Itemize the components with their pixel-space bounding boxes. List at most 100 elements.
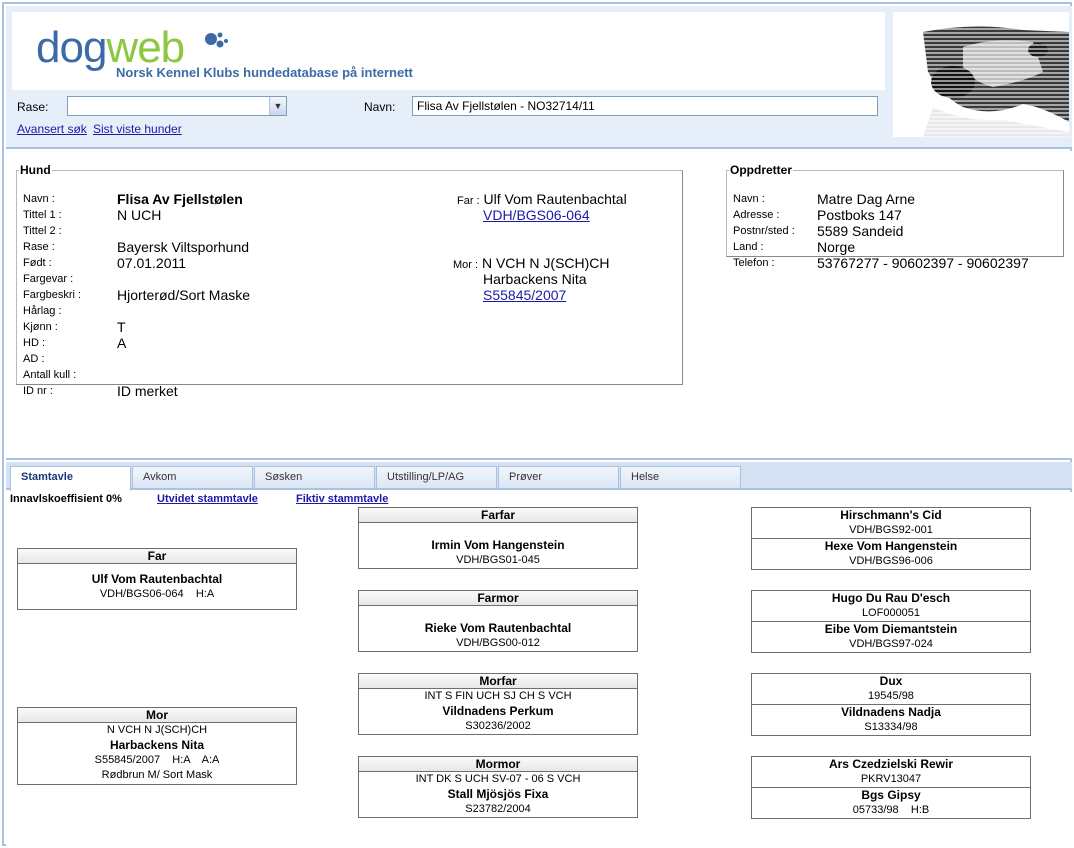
morfar-name: Vildnadens Perkum — [442, 704, 554, 718]
field-label: AD : — [23, 353, 45, 365]
gg-dog[interactable]: Eibe Vom Diemantstein VDH/BGS97-024 — [752, 621, 1030, 652]
gg-name: Eibe Vom Diemantstein — [824, 622, 958, 636]
field-label: ID nr : — [23, 385, 53, 397]
mormor-title: INT DK S UCH SV-07 - 06 S VCH — [415, 773, 581, 785]
gg-dog[interactable]: Bgs Gipsy 05733/98 H:B — [752, 787, 1030, 818]
header: dogweb Norsk Kennel Klubs hundedatabase … — [6, 6, 1072, 149]
farmor-reg: VDH/BGS00-012 — [456, 637, 540, 649]
navn-label: Navn: — [364, 100, 396, 114]
logo-dog-text: dog — [36, 23, 107, 72]
tab-bar: Stamtavle Avkom Søsken Utstilling/LP/AG … — [6, 462, 1072, 491]
field-row: Navn : Matre Dag Arne — [733, 191, 1053, 207]
gg-dog[interactable]: Vildnadens Nadja S13334/98 — [752, 704, 1030, 735]
advanced-search-link[interactable]: Avansert søk — [17, 122, 87, 136]
gg-name: Dux — [879, 674, 903, 688]
field-row: Fargevar : — [23, 271, 423, 287]
field-value: T — [117, 319, 126, 335]
field-row: Fargbeskri : Hjorterød/Sort Maske — [23, 287, 423, 303]
pedigree-panel: Innavlskoeffisient 0% Utvidet stammtavle… — [6, 492, 1072, 846]
app-frame: dogweb Norsk Kennel Klubs hundedatabase … — [2, 2, 1072, 846]
gg-dog[interactable]: Ars Czedzielski Rewir PKRV13047 — [752, 757, 1030, 787]
recent-dogs-link[interactable]: Sist viste hunder — [93, 122, 182, 136]
pedigree-mormor[interactable]: Mormor INT DK S UCH SV-07 - 06 S VCH Sta… — [358, 756, 638, 818]
field-row: ID nr : ID merket — [23, 383, 423, 399]
morfar-header: Morfar — [359, 674, 637, 689]
mor-reg-link[interactable]: S55845/2007 — [483, 287, 566, 303]
far-header: Far — [18, 549, 296, 564]
field-row: Kjønn : T — [23, 319, 423, 335]
gg-name: Hexe Vom Hangenstein — [824, 539, 958, 553]
tab-avkom[interactable]: Avkom — [132, 466, 253, 488]
field-row: Tittel 2 : — [23, 223, 423, 239]
gg-dog[interactable]: Hugo Du Rau D'esch LOF000051 — [752, 591, 1030, 621]
field-value: 07.01.2011 — [117, 255, 187, 271]
field-row: Rase : Bayersk Viltsporhund — [23, 239, 423, 255]
inbreeding-coefficient: Innavlskoeffisient 0% — [10, 493, 122, 505]
far-dog-info: VDH/BGS06-064 H:A — [99, 588, 215, 600]
field-value: 53767277 - 90602397 - 90602397 — [817, 255, 1029, 271]
field-value: 5589 Sandeid — [817, 223, 904, 239]
field-value: Bayersk Viltsporhund — [117, 239, 250, 255]
field-row: AD : — [23, 351, 423, 367]
gg-reg: VDH/BGS97-024 — [849, 638, 933, 650]
gg-dog[interactable]: Hexe Vom Hangenstein VDH/BGS96-006 — [752, 538, 1030, 569]
pedigree-gg-group-3: Dux 19545/98 Vildnadens Nadja S13334/98 — [751, 673, 1031, 736]
fictive-pedigree-link[interactable]: Fiktiv stammtavle — [296, 493, 388, 505]
farfar-reg: VDH/BGS01-045 — [456, 554, 540, 566]
mormor-reg: S23782/2004 — [465, 803, 531, 815]
field-label: Navn : — [733, 193, 765, 205]
logo-subtitle: Norsk Kennel Klubs hundedatabase på inte… — [116, 65, 413, 80]
pedigree-farfar[interactable]: Farfar Irmin Vom Hangenstein VDH/BGS01-0… — [358, 507, 638, 569]
gg-dog[interactable]: Hirschmann's Cid VDH/BGS92-001 — [752, 508, 1030, 538]
tab-sosken[interactable]: Søsken — [254, 466, 375, 488]
pedigree-gg-group-1: Hirschmann's Cid VDH/BGS92-001 Hexe Vom H… — [751, 507, 1031, 570]
gg-reg: VDH/BGS96-006 — [849, 555, 933, 567]
field-value: Flisa Av Fjellstølen — [117, 191, 243, 207]
far-reg-link[interactable]: VDH/BGS06-064 — [483, 207, 590, 223]
tab-helse[interactable]: Helse — [620, 466, 741, 488]
farmor-header: Farmor — [359, 591, 637, 606]
dog-photo — [893, 12, 1069, 137]
far-dog-name: Ulf Vom Rautenbachtal — [91, 572, 223, 586]
gg-reg: 19545/98 — [868, 690, 914, 702]
field-label: HD : — [23, 337, 45, 349]
field-label: Antall kull : — [23, 369, 77, 381]
field-label: Adresse : — [733, 209, 780, 221]
navn-input[interactable] — [412, 96, 878, 116]
field-value: Norge — [817, 239, 856, 255]
gg-name: Bgs Gipsy — [861, 788, 921, 802]
field-row: Hårlag : — [23, 303, 423, 319]
tab-stamtavle[interactable]: Stamtavle — [10, 466, 131, 491]
dogweb-logo[interactable]: dogweb — [36, 23, 185, 72]
tab-prover[interactable]: Prøver — [498, 466, 619, 488]
details-area: Hund Navn : Flisa Av Fjellstølen Tittel 1 … — [6, 151, 1072, 460]
logo-area: dogweb Norsk Kennel Klubs hundedatabase … — [12, 12, 885, 90]
farfar-header: Farfar — [359, 508, 637, 523]
pedigree-morfar[interactable]: Morfar INT S FIN UCH SJ CH S VCH Vildnad… — [358, 673, 638, 735]
pedigree-farmor[interactable]: Farmor Rieke Vom Rautenbachtal VDH/BGS00… — [358, 590, 638, 652]
field-label: Tittel 2 : — [23, 225, 62, 237]
field-row: Telefon : 53767277 - 90602397 - 90602397 — [733, 255, 1053, 271]
dog-face-image — [893, 12, 1069, 137]
field-row: Født : 07.01.2011 — [23, 255, 423, 271]
hund-fieldset: Hund Navn : Flisa Av Fjellstølen Tittel 1 … — [16, 163, 683, 399]
gg-reg: VDH/BGS92-001 — [849, 524, 933, 536]
mor-name: Harbackens Nita — [483, 271, 587, 287]
field-label: Land : — [733, 241, 764, 253]
field-value: Hjorterød/Sort Maske — [117, 287, 251, 303]
mor-dog-color: Rødbrun M/ Sort Mask — [101, 769, 213, 781]
gg-dog[interactable]: Dux 19545/98 — [752, 674, 1030, 704]
field-label: Fargbeskri : — [23, 289, 82, 301]
chevron-down-icon[interactable]: ▼ — [269, 97, 286, 115]
field-row: Tittel 1 : N UCH — [23, 207, 423, 223]
pedigree-mor[interactable]: Mor N VCH N J(SCH)CH Harbackens Nita S55… — [17, 707, 297, 785]
pedigree-far[interactable]: Far Ulf Vom Rautenbachtal VDH/BGS06-064 … — [17, 548, 297, 610]
pedigree-gg-group-4: Ars Czedzielski Rewir PKRV13047 Bgs Gipsy… — [751, 756, 1031, 819]
rase-label: Rase: — [17, 100, 49, 114]
field-label: Kjønn : — [23, 321, 58, 333]
gg-name: Ars Czedzielski Rewir — [828, 757, 954, 771]
tab-utstilling[interactable]: Utstilling/LP/AG — [376, 466, 497, 488]
extended-pedigree-link[interactable]: Utvidet stammtavle — [157, 493, 258, 505]
rase-select[interactable]: ▼ — [67, 96, 287, 116]
field-row: Postnr/sted : 5589 Sandeid — [733, 223, 1053, 239]
